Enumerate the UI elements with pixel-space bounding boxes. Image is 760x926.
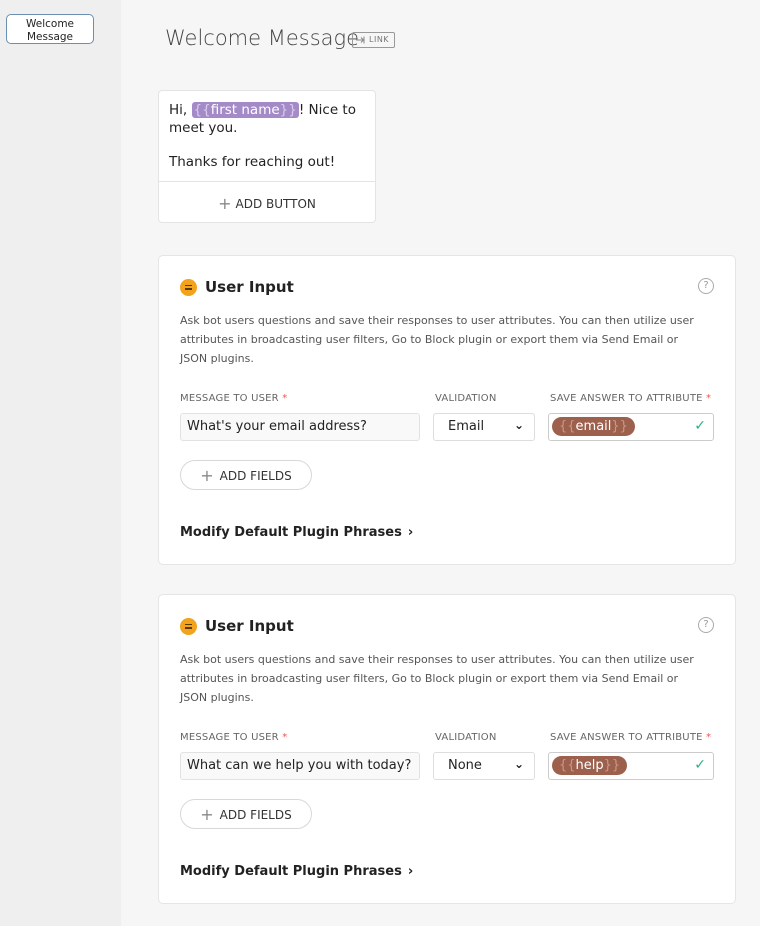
card-title-label: User Input — [205, 617, 294, 635]
validation-value: None — [448, 758, 482, 773]
validation-select[interactable]: Email ⌄ — [433, 413, 535, 441]
user-input-icon — [180, 617, 197, 635]
user-input-card: User Input ? Ask bot users questions and… — [158, 594, 736, 904]
message-text[interactable]: Hi, {{first name}}! Nice to meet you. Th… — [169, 101, 365, 171]
var-open: {{ — [193, 102, 211, 118]
message-input[interactable]: What can we help you with today? — [180, 752, 420, 780]
attribute-name: email — [575, 419, 612, 434]
var-close: }} — [279, 102, 297, 118]
required-mark: * — [282, 732, 288, 743]
plus-icon: + — [218, 194, 232, 213]
variable-pill[interactable]: {{first name}} — [191, 102, 299, 118]
chevron-right-icon: › — [407, 864, 414, 879]
attr-open: {{ — [559, 758, 576, 773]
sidebar: Welcome Message — [0, 0, 121, 926]
chevron-right-icon: › — [407, 525, 414, 540]
attribute-name: help — [575, 758, 604, 773]
add-button[interactable]: + ADD BUTTON — [159, 194, 375, 213]
add-button-label: ADD BUTTON — [235, 197, 316, 211]
modify-phrases-link[interactable]: Modify Default Plugin Phrases › — [180, 525, 413, 540]
attribute-input[interactable]: {{help}} ✓ — [548, 752, 714, 780]
modify-phrases-link[interactable]: Modify Default Plugin Phrases › — [180, 864, 413, 879]
message-label-text: MESSAGE TO USER — [180, 732, 279, 743]
help-icon[interactable]: ? — [698, 278, 714, 294]
link-button[interactable]: LINK — [352, 32, 396, 48]
validation-select[interactable]: None ⌄ — [433, 752, 535, 780]
card-title: User Input — [180, 617, 294, 635]
message-to-user-label: MESSAGE TO USER * — [180, 732, 287, 743]
add-fields-button[interactable]: + ADD FIELDS — [180, 799, 312, 829]
attr-close: }} — [603, 758, 621, 773]
save-attribute-label: SAVE ANSWER TO ATTRIBUTE * — [550, 732, 711, 743]
chevron-down-icon: ⌄ — [513, 757, 524, 771]
modify-phrases-label: Modify Default Plugin Phrases — [180, 864, 402, 879]
variable-name: first name — [210, 102, 280, 118]
help-icon[interactable]: ? — [698, 617, 714, 633]
attribute-label-text: SAVE ANSWER TO ATTRIBUTE — [550, 393, 703, 404]
validation-value: Email — [448, 419, 485, 434]
link-label: LINK — [369, 35, 390, 44]
add-fields-label: ADD FIELDS — [219, 469, 292, 483]
message-input[interactable]: What's your email address? — [180, 413, 420, 441]
message-label-text: MESSAGE TO USER — [180, 393, 279, 404]
required-mark: * — [282, 393, 288, 404]
text-message-card: Hi, {{first name}}! Nice to meet you. Th… — [158, 90, 376, 223]
add-fields-label: ADD FIELDS — [219, 808, 292, 822]
check-icon: ✓ — [694, 418, 706, 434]
plus-icon: + — [200, 466, 214, 485]
message-to-user-label: MESSAGE TO USER * — [180, 393, 287, 404]
plus-icon: + — [200, 805, 214, 824]
attribute-label-text: SAVE ANSWER TO ATTRIBUTE — [550, 732, 703, 743]
add-fields-button[interactable]: + ADD FIELDS — [180, 460, 312, 490]
attribute-pill[interactable]: {{help}} — [552, 756, 628, 775]
link-icon — [356, 36, 365, 44]
divider — [159, 181, 375, 182]
user-input-card: User Input ? Ask bot users questions and… — [158, 255, 736, 565]
card-description: Ask bot users questions and save their r… — [180, 653, 694, 704]
validation-label: VALIDATION — [435, 393, 497, 404]
message-line-2: Thanks for reaching out! — [169, 154, 336, 170]
card-title: User Input — [180, 278, 294, 296]
required-mark: * — [706, 393, 712, 404]
page-title: Welcome Message — [165, 26, 360, 50]
attribute-input[interactable]: {{email}} ✓ — [548, 413, 714, 441]
save-attribute-label: SAVE ANSWER TO ATTRIBUTE * — [550, 393, 711, 404]
chevron-down-icon: ⌄ — [513, 418, 524, 432]
greeting-prefix: Hi, — [169, 102, 192, 118]
attribute-pill[interactable]: {{email}} — [552, 417, 635, 436]
check-icon: ✓ — [694, 757, 706, 773]
validation-label: VALIDATION — [435, 732, 497, 743]
user-input-icon — [180, 278, 197, 296]
attr-open: {{ — [559, 419, 576, 434]
main-panel: Welcome Message LINK Hi, {{first name}}!… — [121, 0, 760, 926]
sidebar-tab-welcome-message[interactable]: Welcome Message — [6, 14, 94, 44]
card-description: Ask bot users questions and save their r… — [180, 314, 694, 365]
attr-close: }} — [611, 419, 628, 434]
required-mark: * — [706, 732, 712, 743]
card-title-label: User Input — [205, 278, 294, 296]
modify-phrases-label: Modify Default Plugin Phrases — [180, 525, 402, 540]
